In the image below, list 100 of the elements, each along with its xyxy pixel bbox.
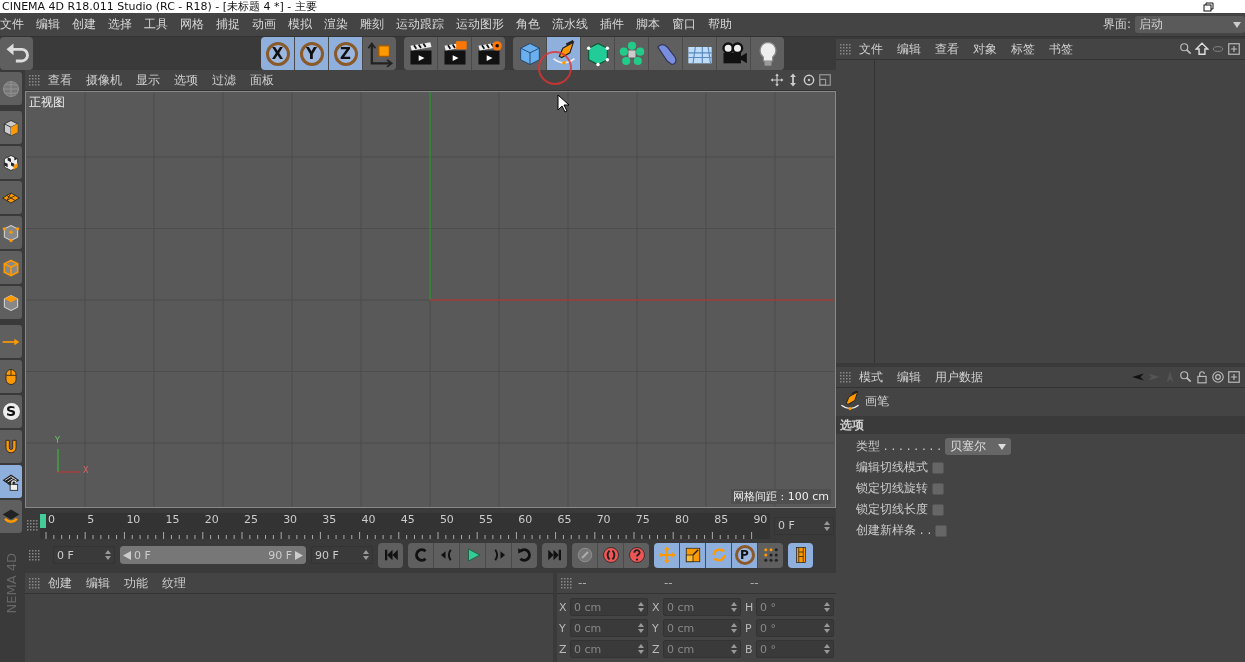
spinner-arrows-icon[interactable]: [824, 623, 830, 633]
type-dropdown[interactable]: 贝塞尔: [945, 438, 1012, 455]
grip-handle-icon[interactable]: [29, 549, 40, 561]
panel-menu-item[interactable]: 功能: [124, 574, 154, 592]
render-view-button[interactable]: [404, 37, 437, 70]
panel-menu-item[interactable]: 编辑: [897, 40, 927, 58]
axis-lock-button[interactable]: Y: [295, 37, 328, 70]
rotate-button[interactable]: [706, 542, 731, 568]
rotate-view-icon[interactable]: [802, 73, 816, 87]
tweak-button[interactable]: [0, 360, 22, 393]
edges-button[interactable]: [0, 251, 22, 284]
menu-item[interactable]: 网格: [174, 16, 210, 33]
menu-item[interactable]: 创建: [66, 16, 102, 33]
go-start-button[interactable]: [378, 542, 403, 568]
end-frame-field[interactable]: 90 F: [311, 546, 373, 564]
spinner-arrows-icon[interactable]: [824, 520, 830, 531]
add-panel-icon[interactable]: [1227, 370, 1241, 384]
pen-button[interactable]: [547, 37, 580, 70]
texture-button[interactable]: [0, 181, 22, 214]
coord-system-button[interactable]: [363, 37, 396, 70]
checker-button[interactable]: [0, 146, 22, 179]
menu-item[interactable]: 脚本: [630, 16, 666, 33]
next-key-button[interactable]: [512, 542, 537, 568]
panel-menu-item[interactable]: 对象: [973, 40, 1003, 58]
axis-tool-button[interactable]: [0, 325, 22, 358]
menu-item[interactable]: 动画: [246, 16, 282, 33]
playhead[interactable]: [40, 513, 46, 528]
polygons-button[interactable]: [0, 286, 22, 319]
search-icon[interactable]: [1179, 370, 1193, 384]
move-view-icon[interactable]: [770, 73, 784, 87]
undo-button[interactable]: [0, 37, 33, 70]
axis-lock-button[interactable]: Z: [329, 37, 362, 70]
scale-button[interactable]: [680, 542, 705, 568]
next-frame-button[interactable]: [486, 542, 511, 568]
spinner-arrows-icon[interactable]: [363, 550, 369, 560]
go-end-button[interactable]: [542, 542, 567, 568]
menu-item[interactable]: 运动图形: [450, 16, 510, 33]
cube-button[interactable]: [513, 37, 546, 70]
record-button[interactable]: [598, 542, 623, 568]
panel-menu-item[interactable]: 编辑: [897, 368, 927, 386]
menu-item[interactable]: 角色: [510, 16, 546, 33]
layout-dropdown[interactable]: 启动: [1135, 16, 1245, 33]
magnet-button[interactable]: [0, 430, 22, 463]
current-frame-field[interactable]: 0 F: [774, 516, 834, 535]
panel-menu-item[interactable]: 书签: [1049, 40, 1079, 58]
camera-button[interactable]: [717, 37, 750, 70]
checkbox[interactable]: [932, 461, 944, 474]
autokey-button[interactable]: [624, 542, 649, 568]
lock-grid-button[interactable]: [0, 465, 22, 498]
subdivision-button[interactable]: [581, 37, 614, 70]
grip-handle-icon[interactable]: [840, 43, 851, 55]
menu-item[interactable]: 捕捉: [210, 16, 246, 33]
panel-menu-item[interactable]: 文件: [859, 40, 889, 58]
panel-menu-item[interactable]: 标签: [1011, 40, 1041, 58]
spinner-arrows-icon[interactable]: [638, 623, 644, 633]
cloner-button[interactable]: [615, 37, 648, 70]
maximize-icon[interactable]: [818, 73, 832, 87]
panel-menu-item[interactable]: 模式: [859, 368, 889, 386]
menu-item[interactable]: 渲染: [318, 16, 354, 33]
spinner-arrows-icon[interactable]: [638, 602, 644, 612]
checkbox[interactable]: [932, 482, 944, 495]
spinner-arrows-icon[interactable]: [731, 602, 737, 612]
prev-frame-button[interactable]: [434, 542, 459, 568]
menu-item[interactable]: 流水线: [546, 16, 594, 33]
axis-lock-button[interactable]: X: [261, 37, 294, 70]
restore-icon[interactable]: [1203, 1, 1215, 12]
points-button[interactable]: [0, 216, 22, 249]
panel-menu-item[interactable]: 创建: [48, 574, 78, 592]
timeline-ruler[interactable]: 0 5 10 15 20 25 30 35 40 45 50 55 60 65 70 75 80 85 90: [40, 512, 770, 539]
spinner-arrows-icon[interactable]: [731, 644, 737, 654]
panel-menu-item[interactable]: 用户数据: [935, 368, 989, 386]
panel-menu-item[interactable]: 查看: [935, 40, 965, 58]
panel-menu-item[interactable]: 摄像机: [86, 71, 128, 89]
render-active-button[interactable]: [438, 37, 471, 70]
search-icon[interactable]: [1179, 42, 1193, 56]
add-panel-icon[interactable]: [1227, 42, 1241, 56]
points-grid-button[interactable]: [758, 542, 783, 568]
spinner-arrows-icon[interactable]: [638, 644, 644, 654]
spinner-arrows-icon[interactable]: [105, 550, 111, 560]
grip-handle-icon[interactable]: [840, 371, 851, 383]
workplane-button[interactable]: [0, 500, 22, 533]
spinner-arrows-icon[interactable]: [824, 602, 830, 612]
panel-menu-item[interactable]: 面板: [250, 71, 280, 89]
render-settings-button[interactable]: [472, 37, 505, 70]
parameter-button[interactable]: P: [732, 542, 757, 568]
panel-menu-item[interactable]: 选项: [174, 71, 204, 89]
panel-menu-item[interactable]: 纹理: [162, 574, 192, 592]
panel-menu-item[interactable]: 过滤: [212, 71, 242, 89]
menu-item[interactable]: 雕刻: [354, 16, 390, 33]
checkbox[interactable]: [935, 524, 948, 537]
panel-menu-item[interactable]: 显示: [136, 71, 166, 89]
menu-item[interactable]: 文件: [0, 16, 30, 33]
menu-item[interactable]: 帮助: [702, 16, 738, 33]
panel-menu-item[interactable]: 编辑: [86, 574, 116, 592]
grip-handle-icon[interactable]: [29, 577, 40, 589]
play-button[interactable]: [460, 542, 485, 568]
panel-menu-item[interactable]: 查看: [48, 71, 78, 89]
prev-key-button[interactable]: [408, 542, 433, 568]
menu-item[interactable]: 插件: [594, 16, 630, 33]
menu-item[interactable]: 模拟: [282, 16, 318, 33]
